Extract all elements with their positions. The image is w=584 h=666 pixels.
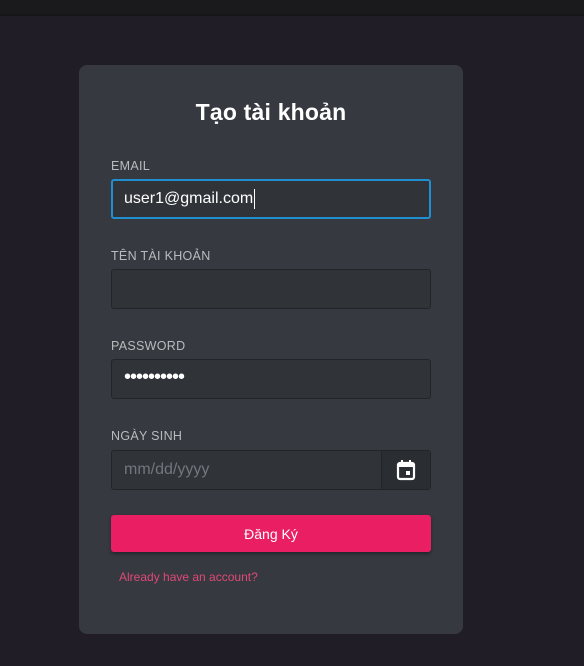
text-caret <box>254 189 256 209</box>
register-card: Tạo tài khoản EMAIL user1@gmail.com TÊN … <box>79 65 463 634</box>
email-label: EMAIL <box>111 159 151 173</box>
birthdate-label: NGÀY SINH <box>111 429 183 443</box>
password-value: •••••••••• <box>124 366 185 388</box>
calendar-icon <box>396 460 416 481</box>
calendar-button[interactable] <box>381 451 430 489</box>
username-field[interactable] <box>111 269 431 309</box>
birthdate-field[interactable]: mm/dd/yyyy <box>111 450 431 490</box>
birthdate-placeholder[interactable]: mm/dd/yyyy <box>112 451 381 489</box>
password-field[interactable]: •••••••••• <box>111 359 431 399</box>
top-divider <box>0 14 584 16</box>
username-label: TÊN TÀI KHOẢN <box>111 249 211 263</box>
login-link[interactable]: Already have an account? <box>119 570 258 584</box>
password-label: PASSWORD <box>111 339 186 353</box>
email-field[interactable]: user1@gmail.com <box>111 179 431 219</box>
register-button[interactable]: Đăng Ký <box>111 515 431 552</box>
window-top-bar <box>0 0 584 15</box>
email-value: user1@gmail.com <box>124 190 254 207</box>
form-title: Tạo tài khoản <box>195 99 347 125</box>
